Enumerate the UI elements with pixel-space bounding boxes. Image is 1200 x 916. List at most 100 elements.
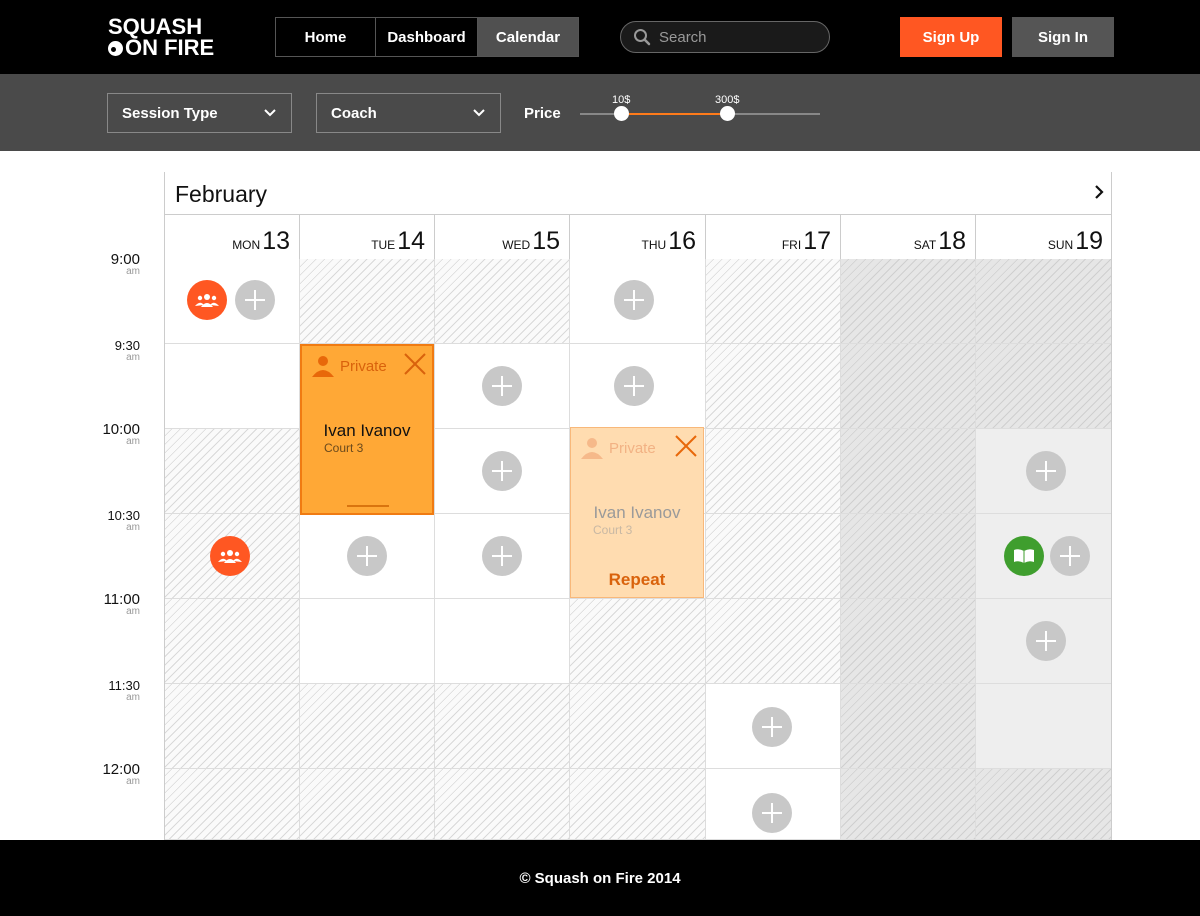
user-icon xyxy=(312,356,334,377)
filter-bar: Session Type Coach Price 10$ 300$ xyxy=(0,74,1200,151)
slot-mon-0930[interactable] xyxy=(164,344,300,429)
group-session-icon[interactable] xyxy=(210,536,250,576)
time-label: 10:30 am xyxy=(80,508,140,533)
chevron-down-icon xyxy=(473,109,485,117)
event-court: Court 3 xyxy=(324,441,364,455)
add-session-button[interactable] xyxy=(482,366,522,406)
day-header-tue: TUE14 xyxy=(300,214,435,259)
resize-handle[interactable] xyxy=(347,505,389,507)
group-session-icon[interactable] xyxy=(187,280,227,320)
add-session-button[interactable] xyxy=(752,707,792,747)
slot-sat-1130 xyxy=(841,684,976,769)
day-number: 14 xyxy=(397,227,425,255)
close-icon[interactable] xyxy=(403,352,427,376)
add-session-button[interactable] xyxy=(482,451,522,491)
time-label: 9:00 am xyxy=(80,251,140,277)
time-label: 9:30 am xyxy=(80,338,140,363)
slot-tue-0900 xyxy=(300,259,435,344)
chevron-right-icon[interactable] xyxy=(1093,184,1105,200)
slot-thu-1100 xyxy=(570,599,706,684)
slot-sun-1130[interactable] xyxy=(976,684,1112,769)
ampm-text: am xyxy=(126,436,140,447)
logo-line-2-text: ON FIRE xyxy=(125,35,215,60)
nav-calendar[interactable]: Calendar xyxy=(478,18,578,56)
slot-wed-0900 xyxy=(435,259,570,344)
coach-select[interactable]: Coach xyxy=(316,93,501,133)
slot-mon-0900[interactable] xyxy=(164,259,300,344)
event-type: Private xyxy=(340,358,387,375)
squash-ball-icon xyxy=(108,41,123,56)
time-text: 10:30 xyxy=(107,508,140,523)
ampm-text: am xyxy=(126,606,140,617)
slot-mon-1100 xyxy=(164,599,300,684)
book-icon xyxy=(1014,549,1034,563)
day-header-fri: FRI17 xyxy=(706,214,841,259)
sign-in-button[interactable]: Sign In xyxy=(1012,17,1114,57)
price-max-handle[interactable] xyxy=(720,106,735,121)
coach-label: Coach xyxy=(331,104,377,122)
slot-sat-1000 xyxy=(841,429,976,514)
price-min-handle[interactable] xyxy=(614,106,629,121)
ampm-text: am xyxy=(126,352,140,363)
day-name: SAT xyxy=(913,238,937,252)
footer: © Squash on Fire 2014 xyxy=(0,840,1200,916)
slot-thu-1200 xyxy=(570,769,706,840)
event-type: Private xyxy=(609,440,656,457)
slot-fri-1100 xyxy=(706,599,841,684)
day-name: SUN xyxy=(1047,238,1074,252)
add-session-button[interactable] xyxy=(614,280,654,320)
slot-fri-1030 xyxy=(706,514,841,599)
day-name: WED xyxy=(502,238,531,252)
repeat-button[interactable]: Repeat xyxy=(571,570,703,590)
slot-sun-0930 xyxy=(976,344,1112,429)
day-number: 19 xyxy=(1075,227,1103,255)
day-number: 15 xyxy=(532,227,560,255)
day-header-sun: SUN19 xyxy=(976,214,1112,259)
add-session-button[interactable] xyxy=(614,366,654,406)
slot-mon-1200 xyxy=(164,769,300,840)
price-slider-range xyxy=(622,113,728,115)
slot-thu-1130 xyxy=(570,684,706,769)
search-input[interactable] xyxy=(659,28,809,46)
nav-dashboard[interactable]: Dashboard xyxy=(376,18,478,56)
nav-home[interactable]: Home xyxy=(276,18,376,56)
slot-sat-0900 xyxy=(841,259,976,344)
event-card-preview[interactable]: Private Ivan Ivanov Court 3 Repeat xyxy=(570,427,704,598)
chevron-down-icon xyxy=(264,109,276,117)
session-type-select[interactable]: Session Type xyxy=(107,93,292,133)
time-label: 11:30 am xyxy=(80,678,140,703)
slot-wed-1200 xyxy=(435,769,570,840)
day-name: FRI xyxy=(781,238,802,252)
sign-up-button[interactable]: Sign Up xyxy=(900,17,1002,57)
add-session-button[interactable] xyxy=(1050,536,1090,576)
add-session-button[interactable] xyxy=(752,793,792,833)
user-icon xyxy=(581,438,603,459)
add-session-button[interactable] xyxy=(347,536,387,576)
price-min-value: 10$ xyxy=(612,94,631,106)
search-box[interactable] xyxy=(620,21,830,53)
add-session-button[interactable] xyxy=(1026,621,1066,661)
lesson-session-icon[interactable] xyxy=(1004,536,1044,576)
event-coach-name: Ivan Ivanov xyxy=(323,421,411,440)
day-number: 13 xyxy=(262,227,290,255)
add-session-button[interactable] xyxy=(235,280,275,320)
add-session-button[interactable] xyxy=(1026,451,1066,491)
slot-sat-1100 xyxy=(841,599,976,684)
day-name: THU xyxy=(641,238,667,252)
time-text: 10:00 xyxy=(102,421,140,438)
slot-fri-1000 xyxy=(706,429,841,514)
add-session-button[interactable] xyxy=(482,536,522,576)
slot-wed-1100[interactable] xyxy=(435,599,570,684)
slot-tue-1100[interactable] xyxy=(300,599,435,684)
ampm-text: am xyxy=(126,692,140,703)
time-text: 9:00 xyxy=(110,251,140,268)
slot-sun-1030[interactable] xyxy=(976,514,1112,599)
logo-line-2: ON FIRE xyxy=(108,35,215,60)
day-header-mon: MON13 xyxy=(164,214,300,259)
day-header-sat: SAT18 xyxy=(841,214,976,259)
time-text: 11:00 xyxy=(103,591,140,608)
event-card[interactable]: Private Ivan Ivanov Court 3 xyxy=(300,344,434,515)
price-max-value: 300$ xyxy=(715,94,740,106)
close-icon[interactable] xyxy=(674,434,698,458)
logo[interactable]: SQUASH ON FIRE xyxy=(108,16,215,60)
